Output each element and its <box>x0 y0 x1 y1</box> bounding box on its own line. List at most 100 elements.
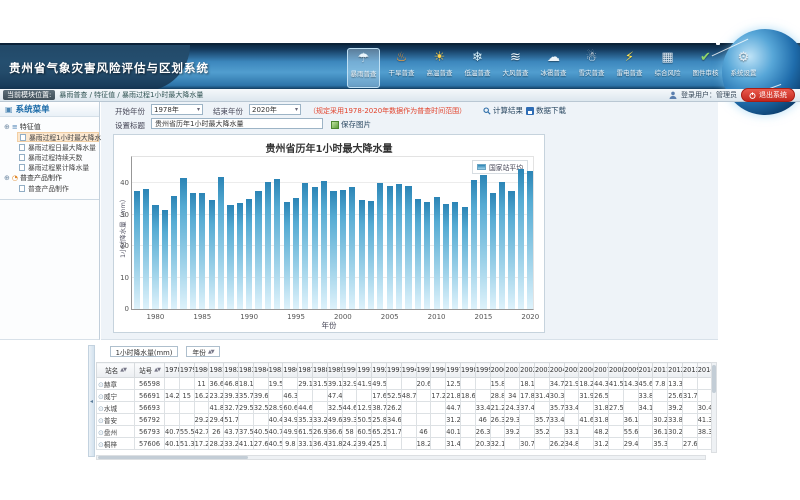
value-cell-2013 <box>682 426 697 438</box>
end-year-select[interactable]: 2020年 ▾ <box>249 104 301 115</box>
column-header-year-1985: 1985 <box>268 363 283 378</box>
bar-2007 <box>405 186 411 309</box>
value-cell-1982: 39.3 <box>224 390 239 402</box>
lightning-icon: ⚡ <box>625 50 634 67</box>
tree-node-1[interactable]: ⊕◔普查产品制作 <box>4 172 99 183</box>
sort-filter[interactable]: 年份 ▲▼ <box>186 346 220 357</box>
value-cell-1996: 17.2 <box>431 390 446 402</box>
value-cell-2006: 18.2 <box>579 378 594 390</box>
tree-item-0-2[interactable]: 暴雨过程持续天数 <box>17 152 99 162</box>
tree-item-label: 暴雨过程1小时最大降水量 <box>29 132 108 142</box>
column-header-year-1983: 1983 <box>239 363 254 378</box>
calc-result-button[interactable]: 计算结果 <box>483 105 523 116</box>
nav-item-low-temp[interactable]: ❄低温普查 <box>461 48 494 88</box>
nav-item-label: 雪灾普查 <box>579 67 605 77</box>
nav-item-high-temp[interactable]: ☀高温普查 <box>423 48 456 88</box>
station-data-table: 站名▲▼站号▲▼19781979198019811982198319841985… <box>96 362 713 450</box>
document-icon <box>19 185 25 192</box>
sort-arrows-icon[interactable]: ▲▼ <box>120 367 126 373</box>
column-header-year-2006: 2006 <box>579 363 594 378</box>
value-cell-1992: 38.7 <box>372 402 387 414</box>
bar-1987 <box>218 177 224 309</box>
value-cell-1981: 36.6 <box>209 378 224 390</box>
value-cell-2003: 31.4 <box>534 390 549 402</box>
y-tick-label: 40 <box>116 179 129 187</box>
bar-1999 <box>330 191 336 309</box>
value-cell-2005: 21.9 <box>564 378 579 390</box>
chart-title: 贵州省历年1小时最大降水量 <box>114 140 544 155</box>
sort-arrows-icon[interactable]: ▲▼ <box>154 367 160 373</box>
station-id-cell: 56598 <box>135 378 165 390</box>
table-row-56598: ⊙赫章565981136.646.818.119.529.131.539.132… <box>97 378 713 390</box>
column-header-station-name[interactable]: 站名▲▼ <box>97 363 135 378</box>
y-tick-label: 30 <box>116 211 129 219</box>
tree-node-0[interactable]: ⊕≡特征值 <box>4 121 99 132</box>
value-cell-1997: 40.1 <box>446 426 461 438</box>
bar-2001 <box>349 187 355 309</box>
measure-filter-label: 1小时降水量(mm) <box>116 347 173 357</box>
tree-item-label: 暴雨过程持续天数 <box>28 152 82 162</box>
value-cell-1985: 40.5 <box>268 438 283 450</box>
column-header-year-1998: 1998 <box>460 363 475 378</box>
collapse-handle[interactable]: ◂ <box>88 345 95 457</box>
nav-item-label: 图件审核 <box>693 67 719 77</box>
measure-filter[interactable]: 1小时降水量(mm) <box>110 346 178 357</box>
sidebar-tree: ⊕≡特征值暴雨过程1小时最大降水量暴雨过程日最大降水量暴雨过程持续天数暴雨过程累… <box>0 117 99 193</box>
tree-expand-icon[interactable]: ⊕ <box>4 174 10 182</box>
value-cell-1986: 9.8 <box>283 438 298 450</box>
bar-2012 <box>452 202 458 309</box>
value-cell-1981: 26 <box>209 426 224 438</box>
chart-title-input[interactable]: 贵州省历年1小时最大降水量 <box>151 118 323 129</box>
nav-item-snow[interactable]: ☃雪灾普查 <box>575 48 608 88</box>
tree-item-1-0[interactable]: 普查产品制作 <box>17 183 99 193</box>
tree-node-label: 普查产品制作 <box>20 173 62 183</box>
value-cell-1978 <box>165 402 180 414</box>
value-cell-1989: 36.6 <box>327 426 342 438</box>
value-cell-1994 <box>401 426 416 438</box>
scrollbar-thumb[interactable] <box>712 365 716 393</box>
nav-item-lightning[interactable]: ⚡雷电普查 <box>613 48 646 88</box>
scrollbar-thumb[interactable] <box>98 456 248 459</box>
value-cell-2006 <box>579 426 594 438</box>
value-cell-1982: 51.7 <box>224 414 239 426</box>
nav-item-system-settings[interactable]: ⚙系统设置 <box>727 48 760 88</box>
tree-item-label: 暴雨过程日最大降水量 <box>28 142 96 152</box>
drought-icon: ♨ <box>396 50 408 67</box>
nav-item-composite-risk[interactable]: ▦综合风险 <box>651 48 684 88</box>
bar-2002 <box>359 200 365 309</box>
value-cell-2013 <box>682 378 697 390</box>
nav-item-rainstorm[interactable]: ☂暴雨普查 <box>347 48 380 88</box>
column-header-year-1994: 1994 <box>401 363 416 378</box>
sidebar: ▣ 系统菜单 ⊕≡特征值暴雨过程1小时最大降水量暴雨过程日最大降水量暴雨过程持续… <box>0 102 100 340</box>
nav-item-hail[interactable]: ☁冰雹普查 <box>537 48 570 88</box>
bar-2018 <box>508 191 514 309</box>
value-cell-2005: 33.4 <box>564 402 579 414</box>
breadcrumb-bar: 当前模块位置: 暴雨普查 / 特征值 / 暴雨过程1小时最大降水量 登录用户：管… <box>0 89 800 102</box>
tree-expand-icon[interactable]: ⊕ <box>4 123 10 131</box>
bar-2015 <box>480 175 486 310</box>
nav-item-wind[interactable]: ≋大风普查 <box>499 48 532 88</box>
value-cell-2008 <box>608 438 623 450</box>
nav-item-drought[interactable]: ♨干旱普查 <box>385 48 418 88</box>
tree-item-0-0[interactable]: 暴雨过程1小时最大降水量 <box>17 132 99 142</box>
bar-1984 <box>190 193 196 309</box>
vertical-scrollbar[interactable] <box>711 362 717 453</box>
tree-item-0-3[interactable]: 暴雨过程累计降水量 <box>17 162 99 172</box>
sidebar-header: ▣ 系统菜单 <box>0 102 99 117</box>
snow-disaster-icon: ☃ <box>586 50 598 67</box>
value-cell-1983: 29.5 <box>239 402 254 414</box>
nav-item-map-review[interactable]: ✔图件审核 <box>689 48 722 88</box>
save-image-button[interactable]: 保存图片 <box>331 119 371 130</box>
data-download-button[interactable]: 数据下载 <box>526 105 566 116</box>
value-cell-2001: 29.3 <box>505 414 520 426</box>
logout-button[interactable]: 退出系统 <box>741 88 795 102</box>
column-header-station-id[interactable]: 站号▲▼ <box>135 363 165 378</box>
horizontal-scrollbar[interactable] <box>96 455 706 460</box>
value-cell-1985 <box>268 390 283 402</box>
start-year-select[interactable]: 1978年 ▾ <box>151 104 203 115</box>
value-cell-1985: 19.5 <box>268 378 283 390</box>
value-cell-2009: 14.3 <box>623 378 638 390</box>
column-header-year-1984: 1984 <box>253 363 268 378</box>
station-name-cell: ⊙盘州 <box>97 426 135 438</box>
tree-item-0-1[interactable]: 暴雨过程日最大降水量 <box>17 142 99 152</box>
